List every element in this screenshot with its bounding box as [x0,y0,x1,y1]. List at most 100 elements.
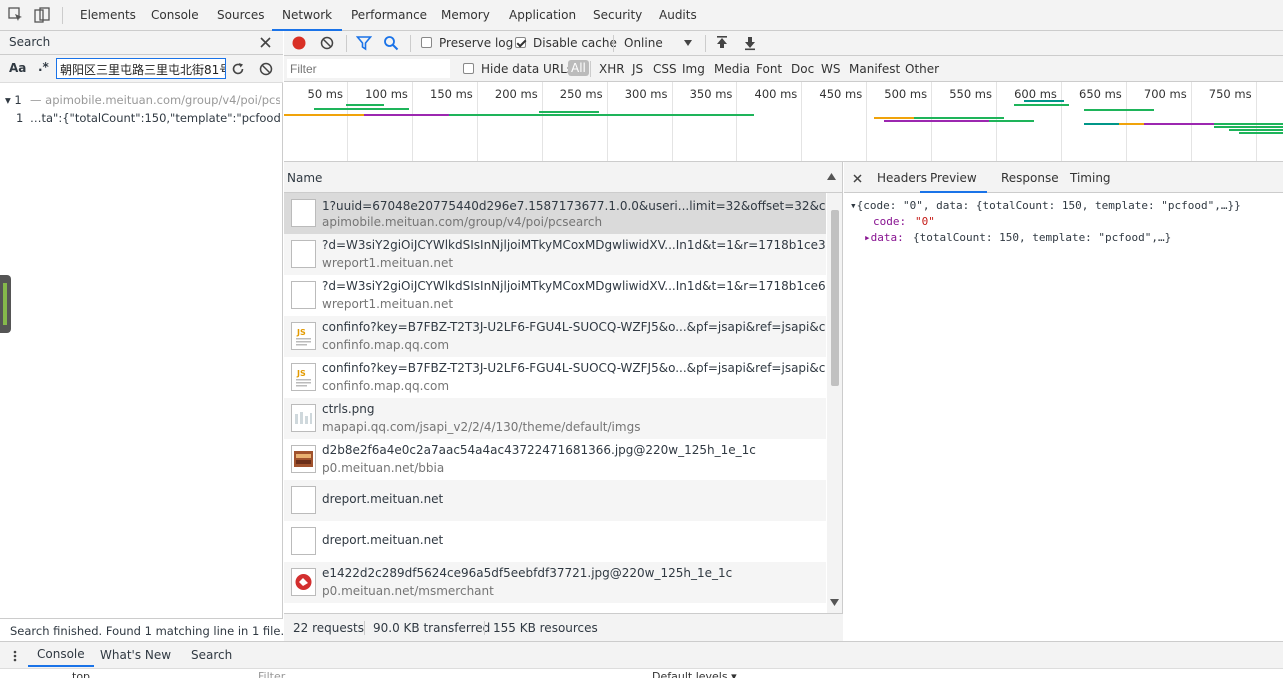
request-row[interactable]: dreport.meituan.net [284,480,826,521]
drawer-tab-search[interactable]: Search [191,648,232,662]
network-summary-bar: 22 requests 90.0 KB transferred 155 KB r… [284,613,843,641]
more-tools-icon[interactable] [9,650,21,662]
chevron-down-icon[interactable] [683,39,693,47]
js-file-icon: JS [291,322,316,350]
throttling-select[interactable]: Online [624,36,663,50]
timeline-tick-label: 300 ms [624,87,668,101]
tab-security[interactable]: Security [583,0,652,31]
refresh-icon[interactable] [231,62,245,76]
tab-memory[interactable]: Memory [431,0,500,31]
search-icon[interactable] [383,35,399,51]
request-name[interactable]: dreport.meituan.net [322,533,826,547]
tab-audits[interactable]: Audits [649,0,707,31]
scrollbar-thumb[interactable] [831,210,839,386]
search-result-line[interactable]: …ta":{"totalCount":150,"template":"pcfoo… [30,111,280,125]
search-result-file[interactable]: — apimobile.meituan.com/group/v4/poi/pcs… [30,93,280,107]
import-har-icon[interactable] [715,35,729,51]
request-row[interactable]: ?d=W3siY2giOiJCYWlkdSIsInNjljoiMTkyMCoxM… [284,275,826,316]
filter-type-other[interactable]: Other [905,62,939,76]
request-row[interactable]: dreport.meituan.net [284,521,826,562]
tab-network[interactable]: Network [272,0,343,31]
match-case-toggle[interactable]: Aa [9,61,26,75]
preview-root-object[interactable]: ▾{code: "0", data: {totalCount: 150, tem… [850,199,1241,212]
timeline-gridline [411,82,413,161]
network-toolbar: Preserve log Disable cache Online [284,31,1283,56]
clear-search-icon[interactable] [259,62,273,76]
request-name[interactable]: e1422d2c289df5624ce96a5df5eebfdf37721.jp… [322,566,826,580]
sort-ascending-icon[interactable] [827,173,836,180]
clear-icon[interactable] [319,35,335,51]
name-column-header[interactable]: Name [284,162,842,193]
details-tab-bar: Headers Preview Response Timing [844,162,1283,193]
tab-performance[interactable]: Performance [341,0,437,31]
preserve-log-checkbox[interactable] [421,37,432,48]
timeline-tick-label: 550 ms [949,87,992,101]
filter-type-manifest[interactable]: Manifest [849,62,900,76]
filter-type-js[interactable]: JS [632,62,643,76]
device-toolbar-icon[interactable] [34,7,50,23]
disable-cache-checkbox[interactable] [515,37,526,48]
request-row[interactable]: ?d=W3siY2giOiJCYWlkdSIsInNjljoiMTkyMCoxM… [284,234,826,275]
request-row[interactable]: d2b8e2f6a4e0c2a7aac54a4ac43722471681366.… [284,439,826,480]
preview-data-key[interactable]: ▸data: [864,231,904,244]
timeline-gridline [606,82,608,161]
sidebar-resize-handle[interactable] [0,275,11,333]
record-icon[interactable] [291,35,307,51]
request-name[interactable]: ?d=W3siY2giOiJCYWlkdSIsInNjljoiMTkyMCoxM… [322,238,826,252]
request-name[interactable]: d2b8e2f6a4e0c2a7aac54a4ac43722471681366.… [322,443,826,457]
request-name[interactable]: confinfo?key=B7FBZ-T2T3J-U2LF6-FGU4L-SUO… [322,320,826,334]
inspect-element-icon[interactable] [8,7,24,23]
filter-input[interactable] [287,59,450,78]
request-row[interactable]: JS confinfo?key=B7FBZ-T2T3J-U2LF6-FGU4L-S… [284,357,826,398]
timeline-overview[interactable]: 50 ms 100 ms 150 ms 200 ms 250 ms 300 ms 350 m… [284,82,1283,162]
tab-sources[interactable]: Sources [207,0,274,31]
close-icon[interactable] [259,36,272,49]
request-row[interactable]: 1?uuid=67048e20775440d296e7.1587173677.1… [284,193,826,234]
export-har-icon[interactable] [743,35,757,51]
filter-icon[interactable] [356,35,372,51]
request-table: Name 1?uuid=67048e20775440d296e7.1587173… [284,162,843,613]
search-result-file-toggle[interactable]: ▾ 1 [5,93,22,107]
filter-type-font[interactable]: Font [756,62,782,76]
filter-type-img[interactable]: Img [682,62,705,76]
tab-response[interactable]: Response [1001,171,1059,185]
filter-type-xhr[interactable]: XHR [599,62,625,76]
filter-type-media[interactable]: Media [714,62,750,76]
request-name[interactable]: ctrls.png [322,402,826,416]
scroll-down-arrow-icon[interactable] [830,599,839,606]
tab-timing[interactable]: Timing [1070,171,1111,185]
request-name[interactable]: dreport.meituan.net [322,492,826,506]
disable-cache-label[interactable]: Disable cache [533,36,617,50]
drawer-tab-console[interactable]: Console [28,642,94,667]
filter-type-doc[interactable]: Doc [791,62,814,76]
svg-text:JS: JS [296,369,306,378]
devtools-tab-bar: Elements Console Sources Network Perform… [0,0,1283,31]
filter-type-all[interactable]: All [568,60,589,76]
preview-data-value[interactable]: {totalCount: 150, template: "pcfood",…} [913,231,1171,244]
tab-elements[interactable]: Elements [70,0,146,31]
hide-data-urls-label[interactable]: Hide data URLs [481,62,573,76]
request-host: apimobile.meituan.com/group/v4/poi/pcsea… [322,215,603,229]
timeline-bar [1084,109,1154,111]
filter-type-css[interactable]: CSS [653,62,677,76]
request-row[interactable]: JS confinfo?key=B7FBZ-T2T3J-U2LF6-FGU4L-S… [284,316,826,357]
request-name[interactable]: 1?uuid=67048e20775440d296e7.1587173677.1… [322,197,826,214]
request-name[interactable]: ?d=W3siY2giOiJCYWlkdSIsInNjljoiMTkyMCoxM… [322,279,826,293]
request-row[interactable]: ctrls.png mapapi.qq.com/jsapi_v2/2/4/130/… [284,398,826,439]
tab-application[interactable]: Application [499,0,586,31]
timeline-tick-label: 750 ms [1208,87,1252,101]
tab-console[interactable]: Console [141,0,209,31]
timeline-bar [1229,129,1283,131]
preserve-log-label[interactable]: Preserve log [439,36,513,50]
search-input[interactable]: 朝阳区三里屯路三里屯北街81号 [56,58,226,79]
request-row[interactable]: e1422d2c289df5624ce96a5df5eebfdf37721.jp… [284,562,826,603]
search-panel-header: Search [0,31,283,55]
tab-preview[interactable]: Preview [920,171,987,193]
request-name[interactable]: confinfo?key=B7FBZ-T2T3J-U2LF6-FGU4L-SUO… [322,361,826,375]
filter-type-ws[interactable]: WS [821,62,840,76]
close-details-icon[interactable] [853,174,862,183]
hide-data-urls-checkbox[interactable] [463,63,474,74]
document-icon [291,199,316,227]
regex-toggle[interactable]: .* [38,60,49,74]
drawer-tab-whats-new[interactable]: What's New [100,648,171,662]
